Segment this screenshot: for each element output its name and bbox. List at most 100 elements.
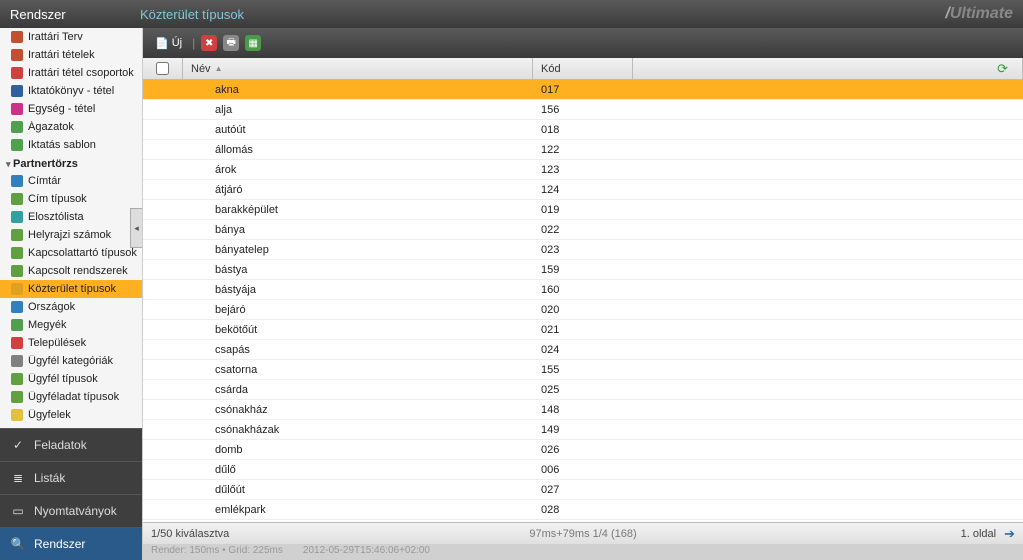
table-row[interactable]: bánya022: [143, 220, 1023, 240]
sidebar-item[interactable]: Kapcsolattartó típusok: [0, 244, 142, 262]
table-row[interactable]: csapás024: [143, 340, 1023, 360]
bottom-nav-item[interactable]: ≣Listák: [0, 461, 142, 494]
data-grid: Név ▲ Kód ⟳ akna017alja156autóút018állom…: [143, 58, 1023, 522]
bottom-nav-icon: ▭: [10, 503, 26, 519]
sidebar: ◂ Irattári TervIrattári tételekIrattári …: [0, 28, 143, 560]
tree-item-icon: [10, 282, 24, 296]
table-row[interactable]: árok123: [143, 160, 1023, 180]
bottom-nav-label: Listák: [34, 471, 65, 485]
tree-item-label: Közterület típusok: [28, 283, 116, 295]
table-row[interactable]: állomás122: [143, 140, 1023, 160]
table-row[interactable]: bekötőút021: [143, 320, 1023, 340]
row-code-cell: 020: [533, 304, 633, 316]
row-code-cell: 156: [533, 104, 633, 116]
table-row[interactable]: átjáró124: [143, 180, 1023, 200]
print-icon[interactable]: 🖶: [223, 35, 239, 51]
sidebar-item[interactable]: Irattári Terv: [0, 28, 142, 46]
row-name-cell: akna: [183, 84, 533, 96]
table-row[interactable]: domb026: [143, 440, 1023, 460]
table-row[interactable]: bányatelep023: [143, 240, 1023, 260]
table-row[interactable]: csatorna155: [143, 360, 1023, 380]
tree-item-label: Ügyfelek: [28, 409, 71, 421]
row-name-cell: barakképület: [183, 204, 533, 216]
page-indicator: 1. oldal: [961, 528, 996, 540]
row-code-cell: 025: [533, 384, 633, 396]
sidebar-item[interactable]: Települések: [0, 334, 142, 352]
row-name-cell: átjáró: [183, 184, 533, 196]
sidebar-item[interactable]: Helyrajzi számok: [0, 226, 142, 244]
table-row[interactable]: bástyája160: [143, 280, 1023, 300]
sidebar-item[interactable]: Közterület típusok: [0, 280, 142, 298]
bottom-nav-icon: 🔍: [10, 536, 26, 552]
sidebar-item[interactable]: Irattári tétel csoportok: [0, 64, 142, 82]
table-row[interactable]: csónakházak149: [143, 420, 1023, 440]
sidebar-item[interactable]: Ügyfelek: [0, 406, 142, 424]
sidebar-item[interactable]: Iktatókönyv - tétel: [0, 82, 142, 100]
row-code-cell: 021: [533, 324, 633, 336]
row-name-cell: csatorna: [183, 364, 533, 376]
row-name-cell: bástya: [183, 264, 533, 276]
row-name-cell: csónakház: [183, 404, 533, 416]
table-row[interactable]: autóút018: [143, 120, 1023, 140]
toolbar: 📄 Új | ✖ 🖶 ▦: [143, 28, 1023, 58]
bottom-nav-item[interactable]: 🔍Rendszer: [0, 527, 142, 560]
tree-item-label: Helyrajzi számok: [28, 229, 111, 241]
tree-group-header[interactable]: Törzsadatok: [0, 424, 142, 428]
sidebar-bottom-nav: ✓Feladatok≣Listák▭Nyomtatványok🔍Rendszer: [0, 428, 142, 560]
table-row[interactable]: barakképület019: [143, 200, 1023, 220]
tree-item-label: Országok: [28, 301, 75, 313]
sidebar-item[interactable]: Országok: [0, 298, 142, 316]
row-name-cell: állomás: [183, 144, 533, 156]
export-excel-icon[interactable]: ▦: [245, 35, 261, 51]
sidebar-item[interactable]: Ágazatok: [0, 118, 142, 136]
row-name-cell: domb: [183, 444, 533, 456]
table-row[interactable]: akna017: [143, 80, 1023, 100]
bottom-nav-item[interactable]: ▭Nyomtatványok: [0, 494, 142, 527]
sidebar-item[interactable]: Ügyféladat típusok: [0, 388, 142, 406]
sidebar-item[interactable]: Cím típusok: [0, 190, 142, 208]
sidebar-item[interactable]: Megyék: [0, 316, 142, 334]
table-row[interactable]: dűlő006: [143, 460, 1023, 480]
row-name-cell: csónakházak: [183, 424, 533, 436]
tree-item-icon: [10, 228, 24, 242]
tree-item-label: Ügyfél típusok: [28, 373, 98, 385]
new-button[interactable]: 📄 Új: [151, 35, 186, 52]
row-code-cell: 017: [533, 84, 633, 96]
sidebar-item[interactable]: Címtár: [0, 172, 142, 190]
breadcrumb: Közterület típusok: [140, 7, 244, 22]
tree-item-label: Ügyféladat típusok: [28, 391, 119, 403]
sidebar-item[interactable]: Ügyfél típusok: [0, 370, 142, 388]
table-row[interactable]: emlékpark028: [143, 500, 1023, 520]
sidebar-item[interactable]: Egység - tétel: [0, 100, 142, 118]
timing-status: 97ms+79ms 1/4 (168): [529, 528, 636, 540]
sidebar-collapse-handle[interactable]: ◂: [130, 208, 142, 248]
next-page-icon[interactable]: ➔: [1004, 526, 1015, 542]
delete-icon[interactable]: ✖: [201, 35, 217, 51]
sidebar-item[interactable]: Iktatás sablon: [0, 136, 142, 154]
table-row[interactable]: csárda025: [143, 380, 1023, 400]
table-row[interactable]: csónakház148: [143, 400, 1023, 420]
table-row[interactable]: bástya159: [143, 260, 1023, 280]
column-header-code[interactable]: Kód: [533, 58, 633, 79]
row-name-cell: csapás: [183, 344, 533, 356]
row-code-cell: 149: [533, 424, 633, 436]
sidebar-item[interactable]: Kapcsolt rendszerek: [0, 262, 142, 280]
row-code-cell: 124: [533, 184, 633, 196]
sidebar-item[interactable]: Ügyfél kategóriák: [0, 352, 142, 370]
select-all-column[interactable]: [143, 58, 183, 79]
table-row[interactable]: alja156: [143, 100, 1023, 120]
sidebar-item[interactable]: Irattári tételek: [0, 46, 142, 64]
tree-group-header[interactable]: Partnertörzs: [0, 154, 142, 172]
bottom-nav-item[interactable]: ✓Feladatok: [0, 428, 142, 461]
select-all-checkbox[interactable]: [156, 62, 169, 75]
table-row[interactable]: bejáró020: [143, 300, 1023, 320]
sidebar-item[interactable]: Elosztólista: [0, 208, 142, 226]
tree-item-icon: [10, 390, 24, 404]
tree-item-label: Kapcsolattartó típusok: [28, 247, 137, 259]
table-row[interactable]: dűlőút027: [143, 480, 1023, 500]
column-header-name[interactable]: Név ▲: [183, 58, 533, 79]
app-logo: Ultimate: [945, 5, 1013, 23]
refresh-icon[interactable]: ⟳: [997, 61, 1008, 77]
tree-item-label: Kapcsolt rendszerek: [28, 265, 128, 277]
row-name-cell: bejáró: [183, 304, 533, 316]
